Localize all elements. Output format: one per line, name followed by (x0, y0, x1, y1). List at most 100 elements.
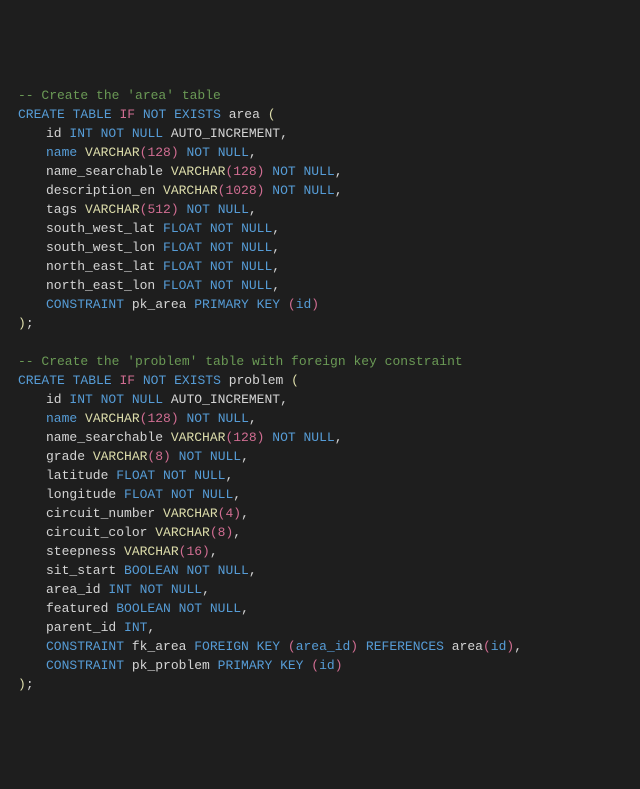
token (124, 126, 132, 141)
token: , (225, 468, 233, 483)
token (280, 297, 288, 312)
code-line: -- Create the 'area' table (18, 86, 622, 105)
token: VARCHAR (124, 544, 179, 559)
token (210, 202, 218, 217)
token: PRIMARY (194, 297, 249, 312)
token: north_east_lat (46, 259, 163, 274)
token: , (147, 620, 155, 635)
token: ) (163, 449, 171, 464)
token (296, 430, 304, 445)
token: , (241, 449, 249, 464)
token: -- Create the 'area' table (18, 88, 221, 103)
token: KEY (257, 639, 280, 654)
token (233, 259, 241, 274)
token (77, 411, 85, 426)
token (166, 373, 174, 388)
code-line: name_searchable VARCHAR(128) NOT NULL, (18, 162, 622, 181)
token (202, 278, 210, 293)
token: BOOLEAN (124, 563, 179, 578)
token (171, 601, 179, 616)
token: circuit_color (46, 525, 155, 540)
token: parent_id (46, 620, 124, 635)
token: NOT (186, 202, 209, 217)
token: NOT (101, 126, 124, 141)
code-line: parent_id INT, (18, 618, 622, 637)
code-line: circuit_color VARCHAR(8), (18, 523, 622, 542)
code-line: CREATE TABLE IF NOT EXISTS area ( (18, 105, 622, 124)
code-line: -- Create the 'problem' table with forei… (18, 352, 622, 371)
token: NULL (210, 601, 241, 616)
token: ) (335, 658, 343, 673)
code-line: longitude FLOAT NOT NULL, (18, 485, 622, 504)
token: FLOAT (163, 240, 202, 255)
token: -- Create the 'problem' table with forei… (18, 354, 463, 369)
code-line: CONSTRAINT fk_area FOREIGN KEY (area_id)… (18, 637, 622, 656)
token: , (272, 240, 280, 255)
token: id (296, 297, 312, 312)
token: 16 (186, 544, 202, 559)
token: 128 (147, 411, 170, 426)
token: EXISTS (174, 107, 221, 122)
code-line: ); (18, 675, 622, 694)
token (132, 582, 140, 597)
token: , (249, 145, 257, 160)
code-line: north_east_lat FLOAT NOT NULL, (18, 257, 622, 276)
token: NOT (179, 601, 202, 616)
token: KEY (257, 297, 280, 312)
token: NOT (210, 240, 233, 255)
token (280, 639, 288, 654)
token: INT (124, 620, 147, 635)
token: , (335, 164, 343, 179)
token: name_searchable (46, 164, 171, 179)
token (163, 487, 171, 502)
token (93, 126, 101, 141)
token: FLOAT (116, 468, 155, 483)
token (77, 145, 85, 160)
code-line: description_en VARCHAR(1028) NOT NULL, (18, 181, 622, 200)
token: description_en (46, 183, 163, 198)
token: id (319, 658, 335, 673)
token: ) (171, 411, 179, 426)
code-line: CONSTRAINT pk_problem PRIMARY KEY (id) (18, 656, 622, 675)
token: ( (483, 639, 491, 654)
token: name (46, 411, 77, 426)
token: NOT (186, 145, 209, 160)
token: NULL (194, 468, 225, 483)
token: PRIMARY (218, 658, 273, 673)
token (194, 487, 202, 502)
token: ) (18, 677, 26, 692)
token (124, 392, 132, 407)
token: ( (268, 107, 276, 122)
token: grade (46, 449, 93, 464)
token: ; (26, 316, 34, 331)
token: steepness (46, 544, 124, 559)
code-line: name VARCHAR(128) NOT NULL, (18, 143, 622, 162)
token (65, 107, 73, 122)
token: area_id (46, 582, 108, 597)
token (93, 392, 101, 407)
token (163, 582, 171, 597)
token: longitude (46, 487, 124, 502)
token: NOT (171, 487, 194, 502)
code-line: id INT NOT NULL AUTO_INCREMENT, (18, 390, 622, 409)
token (210, 411, 218, 426)
code-line: id INT NOT NULL AUTO_INCREMENT, (18, 124, 622, 143)
token: VARCHAR (163, 506, 218, 521)
token: VARCHAR (155, 525, 210, 540)
token: NOT (143, 373, 166, 388)
token: NULL (241, 221, 272, 236)
token: NULL (304, 430, 335, 445)
code-line: name_searchable VARCHAR(128) NOT NULL, (18, 428, 622, 447)
token: NULL (132, 392, 163, 407)
token: ( (288, 639, 296, 654)
token: NULL (202, 487, 233, 502)
token: name (46, 145, 77, 160)
token: NOT (210, 278, 233, 293)
token: NOT (163, 468, 186, 483)
token: NOT (101, 392, 124, 407)
token: NULL (241, 240, 272, 255)
token: NOT (140, 582, 163, 597)
token: FOREIGN (194, 639, 249, 654)
token: FLOAT (163, 278, 202, 293)
code-line: south_west_lat FLOAT NOT NULL, (18, 219, 622, 238)
